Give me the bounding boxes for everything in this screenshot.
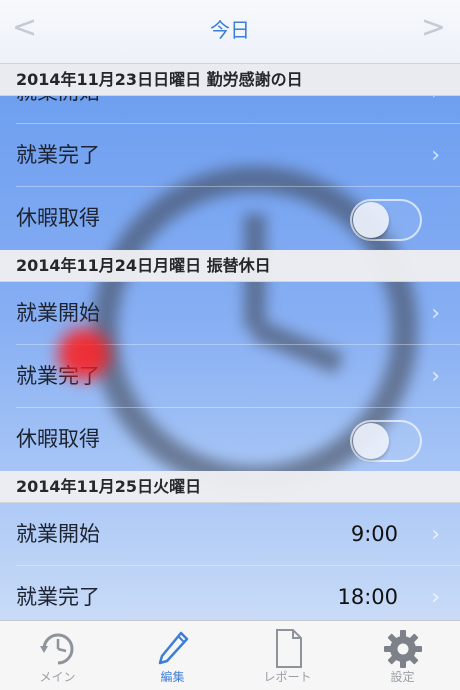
document-icon [275,629,302,668]
tab-label: レポート [263,670,312,684]
row-work-end-nov-24[interactable]: 就業完了 › [0,345,460,408]
row-label: 就業開始 [16,96,100,104]
chevron-right-icon: › [431,585,440,610]
tab-main[interactable]: メイン [0,621,115,690]
partial-row-clip: 就業開始 › [0,96,460,124]
section-header-nov-25: 2014年11月25日火曜日 [0,471,460,503]
gear-icon [383,630,422,668]
row-label: 休暇取得 [16,206,100,230]
next-day-chevron-icon[interactable]: > [421,10,446,46]
leave-toggle-switch[interactable] [350,199,422,241]
tab-settings[interactable]: 設定 [345,621,460,690]
row-label: 休暇取得 [16,427,100,451]
toggle-knob [353,423,389,459]
tab-label: 設定 [390,670,415,684]
row-work-end-nov-23[interactable]: 就業完了 › [0,124,460,187]
end-time-value: 18:00 [337,585,398,609]
row-work-end-nov-25[interactable]: 就業完了 18:00 › [0,566,460,620]
row-leave-nov-23: 休暇取得 [0,187,460,250]
row-label: 就業完了 [16,143,100,167]
tab-label: メイン [39,670,76,684]
chevron-right-icon: › [431,301,440,326]
tab-edit[interactable]: 編集 [115,621,230,690]
row-label: 就業完了 [16,364,100,388]
chevron-right-icon: › [431,522,440,547]
leave-toggle-switch[interactable] [350,420,422,462]
section-header-nov-24: 2014年11月24日月曜日 振替休日 [0,250,460,282]
chevron-right-icon: › [431,364,440,389]
start-time-value: 9:00 [350,522,398,546]
row-work-start-nov-24[interactable]: 就業開始 › [0,282,460,345]
chevron-right-icon: › [431,96,440,124]
schedule-list: 2014年11月23日日曜日 勤労感謝の日 就業開始 › 就業完了 › 休暇取得… [0,64,460,620]
clock-icon [39,633,73,665]
row-leave-nov-24: 休暇取得 [0,408,460,471]
day-list-view[interactable]: 2014年11月23日日曜日 勤労感謝の日 就業開始 › 就業完了 › 休暇取得… [0,64,460,620]
chevron-right-icon: › [431,143,440,168]
tab-label: 編集 [160,670,185,684]
tab-bar: メイン 編集 レポート 設定 [0,620,460,690]
navigation-bar: < 今日 > [0,0,460,64]
row-label: 就業開始 [16,301,100,325]
pencil-icon [158,631,188,665]
toggle-knob [353,202,389,238]
row-work-start-nov-23[interactable]: 就業開始 › [0,96,460,124]
row-work-start-nov-25[interactable]: 就業開始 9:00 › [0,503,460,566]
row-label: 就業完了 [16,585,100,609]
nav-title-today[interactable]: 今日 [0,14,460,43]
section-header-nov-23: 2014年11月23日日曜日 勤労感謝の日 [0,64,460,96]
tab-report[interactable]: レポート [230,621,345,690]
row-label: 就業開始 [16,522,100,546]
